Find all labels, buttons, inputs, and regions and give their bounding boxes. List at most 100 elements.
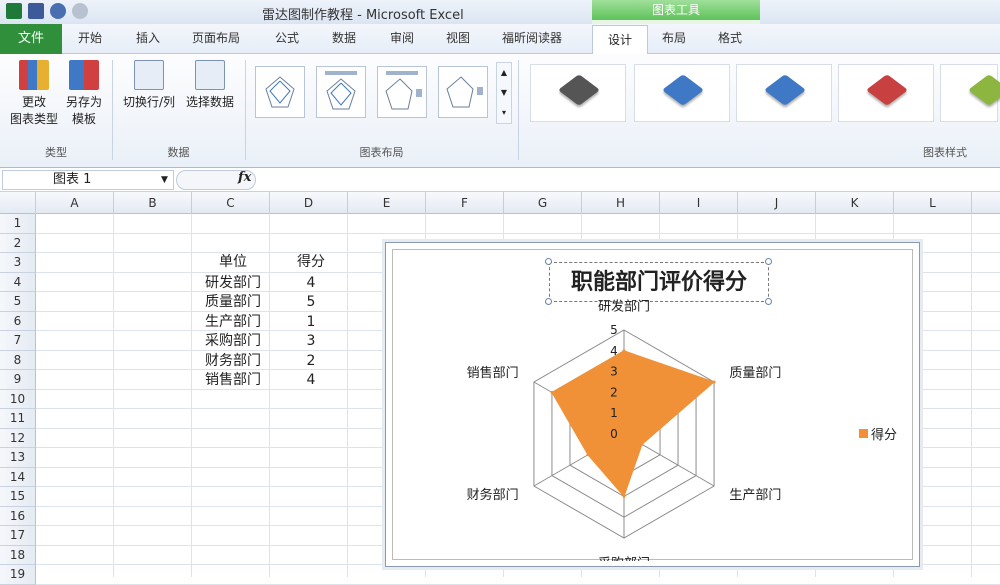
chart-style-4[interactable] — [838, 64, 934, 122]
cell-score[interactable]: 3 — [272, 332, 350, 352]
cell-score[interactable]: 1 — [272, 313, 350, 333]
chart-area[interactable]: 职能部门评价得分 012345研发部门质量部门生产部门采购部门财务部门销售部门 … — [385, 242, 920, 567]
radar-series-area — [551, 350, 716, 498]
row-header-5[interactable]: 5 — [0, 292, 36, 312]
tab-view[interactable]: 视图 — [446, 29, 470, 46]
row-header-12[interactable]: 12 — [0, 428, 36, 448]
undo-icon[interactable] — [50, 3, 66, 19]
cell-score[interactable]: 4 — [272, 274, 350, 294]
row-header-8[interactable]: 8 — [0, 350, 36, 370]
switch-row-column-icon — [134, 60, 164, 90]
row-header-11[interactable]: 11 — [0, 409, 36, 429]
cell-unit[interactable]: 销售部门 — [194, 371, 272, 391]
row-header-7[interactable]: 7 — [0, 331, 36, 351]
chart-layout-3[interactable] — [377, 66, 427, 118]
tab-file[interactable]: 文件 — [0, 24, 62, 54]
chart-layout-1[interactable] — [255, 66, 305, 118]
tab-review[interactable]: 审阅 — [390, 29, 414, 46]
radar-data-point — [586, 453, 590, 457]
select-all-corner[interactable] — [0, 192, 36, 214]
radar-category-label: 质量部门 — [729, 366, 781, 381]
name-box[interactable]: 图表 1 ▼ — [2, 170, 174, 190]
row-header-2[interactable]: 2 — [0, 233, 36, 253]
name-box-value: 图表 1 — [53, 172, 92, 187]
tab-home[interactable]: 开始 — [78, 29, 102, 46]
insert-function-icon[interactable]: fx — [238, 170, 251, 185]
save-as-template-button[interactable]: 另存为 模板 — [62, 60, 106, 128]
tab-page-layout[interactable]: 页面布局 — [192, 29, 240, 46]
plot-area[interactable]: 职能部门评价得分 012345研发部门质量部门生产部门采购部门财务部门销售部门 … — [392, 249, 913, 561]
row-header-17[interactable]: 17 — [0, 526, 36, 546]
chart-type-icon — [19, 60, 49, 90]
column-header-F[interactable]: F — [426, 192, 504, 214]
chart-style-1[interactable] — [530, 64, 626, 122]
cell-unit[interactable]: 财务部门 — [194, 352, 272, 372]
window-title: 雷达图制作教程 - Microsoft Excel — [262, 8, 464, 23]
row-header-18[interactable]: 18 — [0, 545, 36, 565]
cell-unit[interactable]: 采购部门 — [194, 332, 272, 352]
column-header-L[interactable]: L — [894, 192, 972, 214]
save-as-template-label-2: 模板 — [71, 112, 96, 126]
column-header-G[interactable]: G — [504, 192, 582, 214]
chart-tools-label: 图表工具 — [592, 0, 760, 20]
chart-style-3[interactable] — [736, 64, 832, 122]
tab-insert[interactable]: 插入 — [136, 29, 160, 46]
style-swatch — [866, 74, 908, 106]
row-header-14[interactable]: 14 — [0, 467, 36, 487]
cell-header-unit[interactable]: 单位 — [194, 253, 272, 273]
chevron-down-icon[interactable]: ▼ — [161, 171, 168, 189]
chart-layout-2[interactable] — [316, 66, 366, 118]
chart-style-2[interactable] — [634, 64, 730, 122]
worksheet[interactable]: A B C D E F G H I J K L 1 2 3 4 5 6 7 8 9 10 11 12 13 14 15 16 17 18 1… — [0, 192, 1000, 585]
tab-format[interactable]: 格式 — [718, 29, 742, 46]
select-data-button[interactable]: 选择数据 — [180, 60, 240, 111]
chart-legend[interactable]: 得分 — [859, 424, 897, 443]
switch-row-column-button[interactable]: 切换行/列 — [118, 60, 180, 111]
column-header-D[interactable]: D — [270, 192, 348, 214]
radar-tick-label: 1 — [610, 406, 618, 420]
group-label-chart-styles: 图表样式 — [923, 146, 967, 159]
row-header-19[interactable]: 19 — [0, 565, 36, 585]
row-header-3[interactable]: 3 — [0, 253, 36, 273]
column-header-B[interactable]: B — [114, 192, 192, 214]
row-header-13[interactable]: 13 — [0, 448, 36, 468]
radar-layout-icon — [385, 71, 422, 110]
style-swatch — [558, 74, 600, 106]
redo-icon[interactable] — [72, 3, 88, 19]
tab-formulas[interactable]: 公式 — [275, 29, 299, 46]
cell-unit[interactable]: 生产部门 — [194, 313, 272, 333]
tab-design[interactable]: 设计 — [592, 25, 648, 55]
column-header-I[interactable]: I — [660, 192, 738, 214]
grid-line — [971, 214, 972, 577]
cell-unit[interactable]: 质量部门 — [194, 293, 272, 313]
row-header-10[interactable]: 10 — [0, 389, 36, 409]
column-header-J[interactable]: J — [738, 192, 816, 214]
change-chart-type-label-2: 图表类型 — [9, 112, 58, 126]
row-header-1[interactable]: 1 — [0, 214, 36, 234]
row-header-6[interactable]: 6 — [0, 311, 36, 331]
save-icon[interactable] — [28, 3, 44, 19]
radar-category-label: 财务部门 — [467, 487, 519, 503]
chart-style-5[interactable] — [940, 64, 1000, 122]
chart-layout-4[interactable] — [438, 66, 488, 118]
layout-gallery-scroll[interactable]: ▲ ▼ ▾ — [496, 62, 512, 124]
row-header-9[interactable]: 9 — [0, 370, 36, 390]
cell-header-score[interactable]: 得分 — [272, 253, 350, 273]
cell-score[interactable]: 4 — [272, 371, 350, 391]
column-header-E[interactable]: E — [348, 192, 426, 214]
tab-layout[interactable]: 布局 — [662, 29, 686, 46]
column-header-K[interactable]: K — [816, 192, 894, 214]
row-header-16[interactable]: 16 — [0, 506, 36, 526]
change-chart-type-button[interactable]: 更改 图表类型 — [6, 60, 62, 128]
row-header-4[interactable]: 4 — [0, 272, 36, 292]
column-header-C[interactable]: C — [192, 192, 270, 214]
row-header-15[interactable]: 15 — [0, 487, 36, 507]
column-header-A[interactable]: A — [36, 192, 114, 214]
tab-data[interactable]: 数据 — [332, 29, 356, 46]
tab-foxit-reader[interactable]: 福昕阅读器 — [502, 29, 562, 46]
cell-score[interactable]: 5 — [272, 293, 350, 313]
column-header-H[interactable]: H — [582, 192, 660, 214]
cell-score[interactable]: 2 — [272, 352, 350, 372]
cell-unit[interactable]: 研发部门 — [194, 274, 272, 294]
radar-tick-label: 0 — [610, 427, 618, 441]
